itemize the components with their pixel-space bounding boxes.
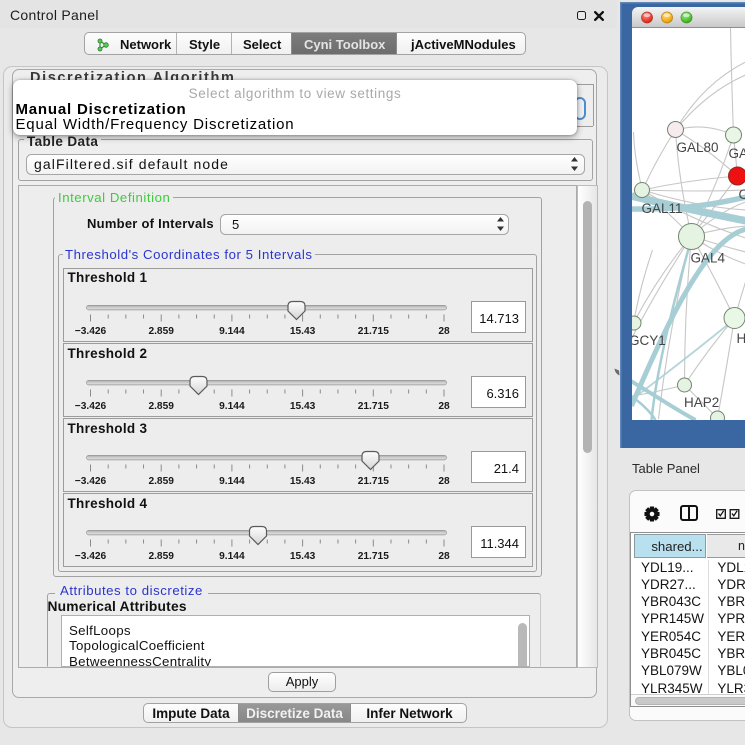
svg-text:CR: CR <box>738 187 745 202</box>
svg-text:2.859: 2.859 <box>148 326 174 337</box>
svg-text:GAL11: GAL11 <box>641 201 682 216</box>
svg-text:28: 28 <box>438 401 450 412</box>
svg-text:HAP2: HAP2 <box>684 395 719 410</box>
svg-text:−3.426: −3.426 <box>74 551 106 562</box>
svg-text:9.144: 9.144 <box>219 551 245 562</box>
svg-text:15.43: 15.43 <box>289 476 315 487</box>
svg-text:28: 28 <box>438 551 450 562</box>
svg-text:21.715: 21.715 <box>357 401 388 412</box>
svg-text:15.43: 15.43 <box>289 551 315 562</box>
svg-text:GAL4: GAL4 <box>690 251 725 266</box>
svg-text:GCY1: GCY1 <box>632 333 666 348</box>
svg-text:2.859: 2.859 <box>148 551 174 562</box>
svg-text:−3.426: −3.426 <box>74 401 106 412</box>
svg-text:21.715: 21.715 <box>357 326 388 337</box>
svg-text:HI: HI <box>736 331 745 346</box>
svg-text:9.144: 9.144 <box>219 476 245 487</box>
svg-text:−3.426: −3.426 <box>74 326 106 337</box>
svg-text:21.715: 21.715 <box>357 551 388 562</box>
svg-text:21.715: 21.715 <box>357 476 388 487</box>
svg-text:GAL80: GAL80 <box>676 140 718 155</box>
svg-text:9.144: 9.144 <box>219 401 245 412</box>
svg-text:GAL3: GAL3 <box>728 146 745 161</box>
svg-text:28: 28 <box>438 326 450 337</box>
svg-text:15.43: 15.43 <box>289 401 315 412</box>
svg-text:−3.426: −3.426 <box>74 476 106 487</box>
svg-text:28: 28 <box>438 476 450 487</box>
svg-text:15.43: 15.43 <box>289 326 315 337</box>
svg-text:2.859: 2.859 <box>148 401 174 412</box>
svg-text:2.859: 2.859 <box>148 476 174 487</box>
svg-text:9.144: 9.144 <box>219 326 245 337</box>
